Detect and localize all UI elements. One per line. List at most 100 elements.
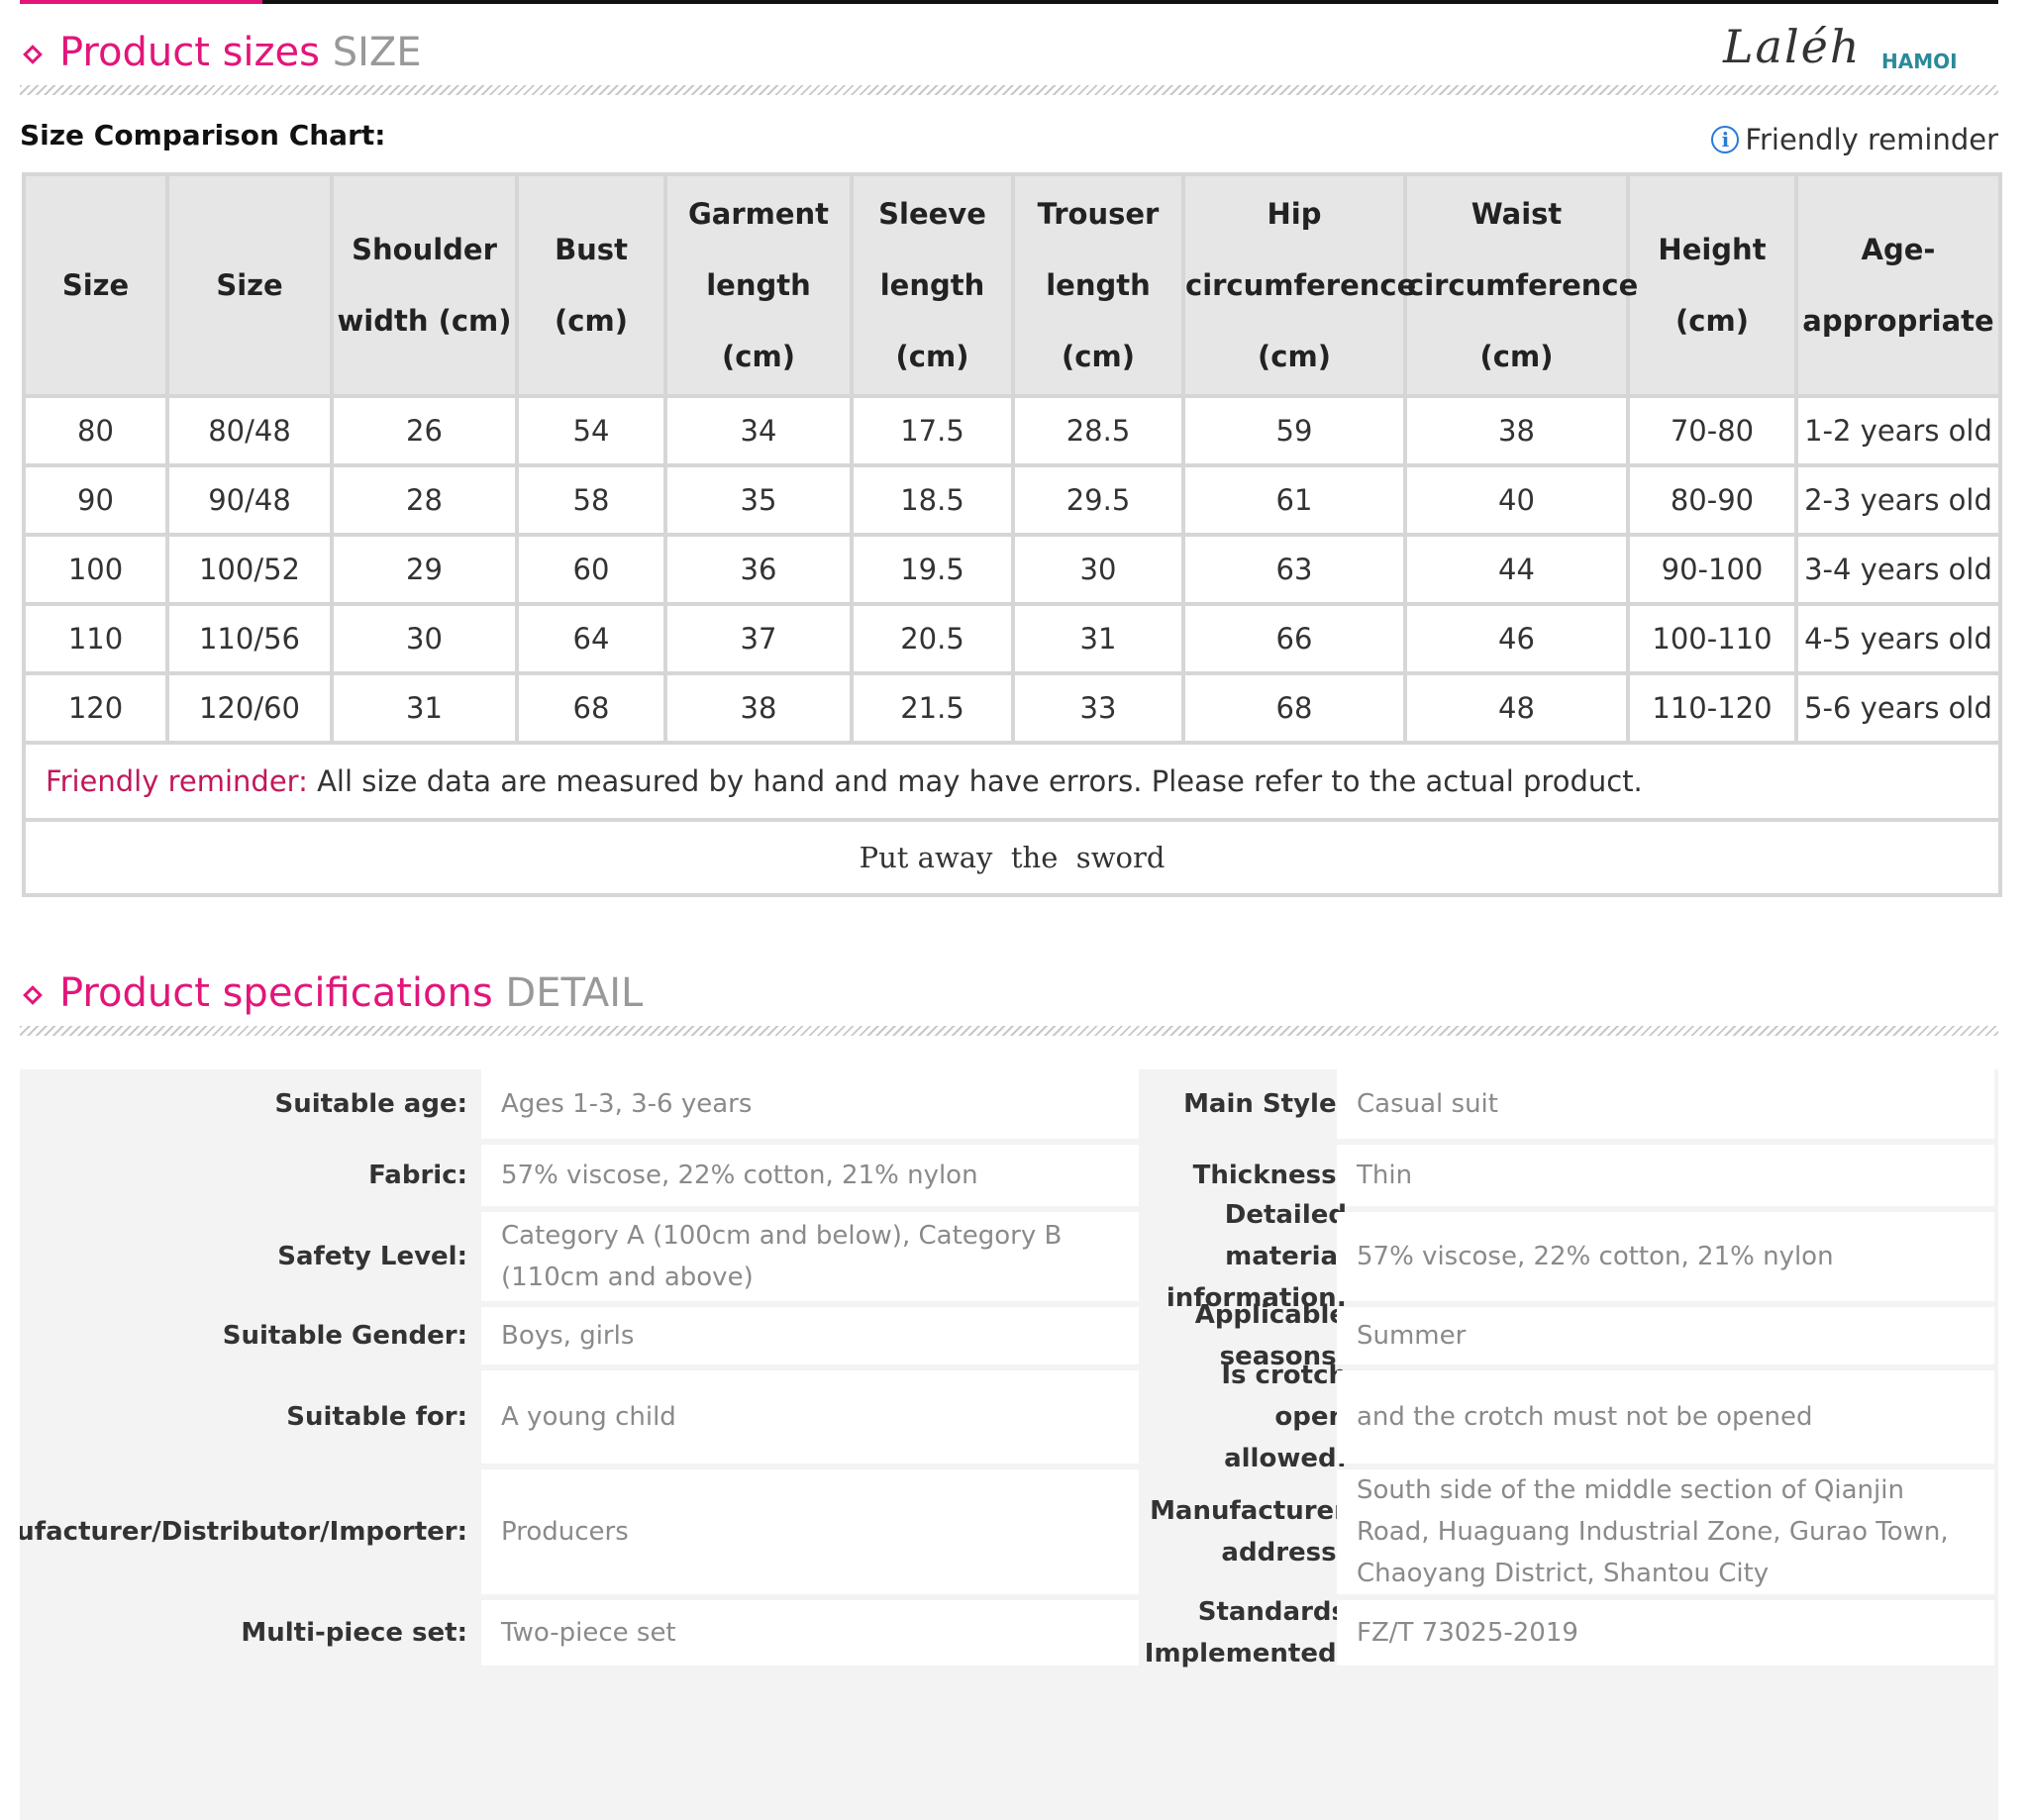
spec-value: South side of the middle section of Qian… bbox=[1337, 1469, 1994, 1594]
spec-label: Safety Level: bbox=[277, 1242, 467, 1271]
table-cell: 33 bbox=[1011, 671, 1185, 745]
column-header: Trouser length (cm) bbox=[1011, 172, 1185, 398]
note-text: All size data are measured by hand and m… bbox=[307, 764, 1643, 798]
sizes-section-subtitle: SIZE bbox=[332, 30, 422, 75]
table-cell: 21.5 bbox=[850, 671, 1015, 745]
spec-value: and the crotch must not be opened bbox=[1337, 1370, 1994, 1464]
friendly-reminder-link[interactable]: i Friendly reminder bbox=[1711, 123, 1998, 156]
table-cell: 38 bbox=[1403, 394, 1630, 467]
table-cell: 110 bbox=[22, 602, 169, 675]
spec-row: Suitable Gender: Boys, girls Applicable se… bbox=[20, 1300, 1998, 1371]
table-cell: 54 bbox=[515, 394, 667, 467]
table-cell: 58 bbox=[515, 463, 667, 537]
diamond-icon bbox=[23, 985, 43, 1005]
spec-table: Suitable age: Ages 1-3, 3-6 years Main Sty… bbox=[20, 1069, 1998, 1820]
spec-label: Suitable for: bbox=[286, 1402, 467, 1432]
size-table-header-row: Size Size Shoulder width (cm) Bust (cm) Garm… bbox=[22, 172, 2002, 398]
table-cell: 36 bbox=[663, 533, 854, 606]
table-cell: 80 bbox=[22, 394, 169, 467]
spec-label: Multi-piece set: bbox=[241, 1618, 467, 1648]
table-cell: 29 bbox=[330, 533, 519, 606]
table-cell: 30 bbox=[330, 602, 519, 675]
column-header: Garment length (cm) bbox=[663, 172, 854, 398]
table-cell: 2-3 years old bbox=[1794, 463, 2002, 537]
table-cell: 48 bbox=[1403, 671, 1630, 745]
brand-mark: HAMOI bbox=[1881, 50, 1958, 73]
top-border bbox=[20, 0, 1998, 4]
size-table-footer: Put away the sword bbox=[22, 818, 2002, 897]
column-header: Sleeve length (cm) bbox=[850, 172, 1015, 398]
sizes-section-header: Product sizes SIZE bbox=[20, 30, 1998, 95]
spec-value: 57% viscose, 22% cotton, 21% nylon bbox=[481, 1145, 1139, 1206]
table-cell: 80-90 bbox=[1626, 463, 1798, 537]
size-chart-label: Size Comparison Chart: bbox=[20, 119, 386, 152]
table-cell: 19.5 bbox=[850, 533, 1015, 606]
table-cell: 59 bbox=[1181, 394, 1407, 467]
column-header: Size bbox=[22, 172, 169, 398]
size-table-footer-row: Put away the sword bbox=[22, 818, 2002, 897]
table-cell: 68 bbox=[1181, 671, 1407, 745]
table-row: 80 80/48 26 54 34 17.5 28.5 59 38 70-80 1-2 years … bbox=[22, 394, 2002, 467]
spec-value: 57% viscose, 22% cotton, 21% nylon bbox=[1337, 1212, 1994, 1301]
table-cell: 28 bbox=[330, 463, 519, 537]
spec-row: Suitable for: A young child Is crotch open… bbox=[20, 1361, 1998, 1473]
table-cell: 90 bbox=[22, 463, 169, 537]
size-table-note: Friendly reminder: All size data are mea… bbox=[22, 741, 2002, 822]
table-cell: 26 bbox=[330, 394, 519, 467]
table-cell: 29.5 bbox=[1011, 463, 1185, 537]
table-cell: 3-4 years old bbox=[1794, 533, 2002, 606]
table-cell: 90/48 bbox=[165, 463, 334, 537]
table-cell: 100-110 bbox=[1626, 602, 1798, 675]
spec-value: Casual suit bbox=[1337, 1069, 1994, 1139]
table-cell: 18.5 bbox=[850, 463, 1015, 537]
table-cell: 46 bbox=[1403, 602, 1630, 675]
table-cell: 110/56 bbox=[165, 602, 334, 675]
table-cell: 1-2 years old bbox=[1794, 394, 2002, 467]
spec-row: Multi-piece set: Two-piece set Standards I… bbox=[20, 1597, 1998, 1668]
friendly-reminder-text: Friendly reminder bbox=[1745, 123, 1998, 156]
spec-label: Detailed material information: bbox=[1166, 1200, 1347, 1313]
spec-label: Standards Implemented: bbox=[1144, 1597, 1347, 1668]
table-cell: 68 bbox=[515, 671, 667, 745]
column-header: Waist circumference (cm) bbox=[1403, 172, 1638, 398]
table-cell: 17.5 bbox=[850, 394, 1015, 467]
table-cell: 35 bbox=[663, 463, 854, 537]
column-header: Shoulder width (cm) bbox=[330, 172, 519, 398]
table-cell: 31 bbox=[330, 671, 519, 745]
spec-row: Suitable age: Ages 1-3, 3-6 years Main Sty… bbox=[20, 1069, 1998, 1139]
table-cell: 40 bbox=[1403, 463, 1630, 537]
table-row: 120 120/60 31 68 38 21.5 33 68 48 110-120 5-6 year… bbox=[22, 671, 2002, 745]
table-row: 90 90/48 28 58 35 18.5 29.5 61 40 80-90 2-3 years … bbox=[22, 463, 2002, 537]
table-cell: 100 bbox=[22, 533, 169, 606]
spec-label: Suitable Gender: bbox=[222, 1321, 467, 1351]
detail-section-subtitle: DETAIL bbox=[505, 970, 644, 1016]
table-cell: 66 bbox=[1181, 602, 1407, 675]
info-icon: i bbox=[1711, 126, 1740, 153]
spec-label: Fabric: bbox=[368, 1161, 467, 1190]
hatch-divider bbox=[20, 85, 1998, 95]
brand-signature: Laléh bbox=[1723, 20, 1862, 73]
spec-value: Producers bbox=[481, 1469, 1139, 1594]
table-cell: 64 bbox=[515, 602, 667, 675]
spec-label: Is crotch open allowed: bbox=[1221, 1361, 1347, 1473]
size-table: Size Size Shoulder width (cm) Bust (cm) Garm… bbox=[22, 172, 2002, 897]
table-cell: 38 bbox=[663, 671, 854, 745]
spec-value: Boys, girls bbox=[481, 1307, 1139, 1365]
top-border-accent bbox=[20, 0, 262, 4]
spec-row: Safety Level: Category A (100cm and below… bbox=[20, 1200, 1998, 1313]
table-cell: 30 bbox=[1011, 533, 1185, 606]
spec-value: Thin bbox=[1337, 1145, 1994, 1206]
table-cell: 120 bbox=[22, 671, 169, 745]
table-row: 100 100/52 29 60 36 19.5 30 63 44 90-100 3-4 years… bbox=[22, 533, 2002, 606]
table-cell: 63 bbox=[1181, 533, 1407, 606]
spec-value: Category A (100cm and below), Category B… bbox=[481, 1212, 1139, 1301]
spec-label: Manufacturer/Distributor/Importer: bbox=[20, 1517, 467, 1547]
note-label: Friendly reminder: bbox=[46, 764, 308, 798]
table-cell: 37 bbox=[663, 602, 854, 675]
sizes-section-title: Product sizes SIZE bbox=[59, 30, 422, 75]
table-cell: 80/48 bbox=[165, 394, 334, 467]
table-cell: 4-5 years old bbox=[1794, 602, 2002, 675]
table-cell: 120/60 bbox=[165, 671, 334, 745]
table-cell: 31 bbox=[1011, 602, 1185, 675]
table-cell: 44 bbox=[1403, 533, 1630, 606]
